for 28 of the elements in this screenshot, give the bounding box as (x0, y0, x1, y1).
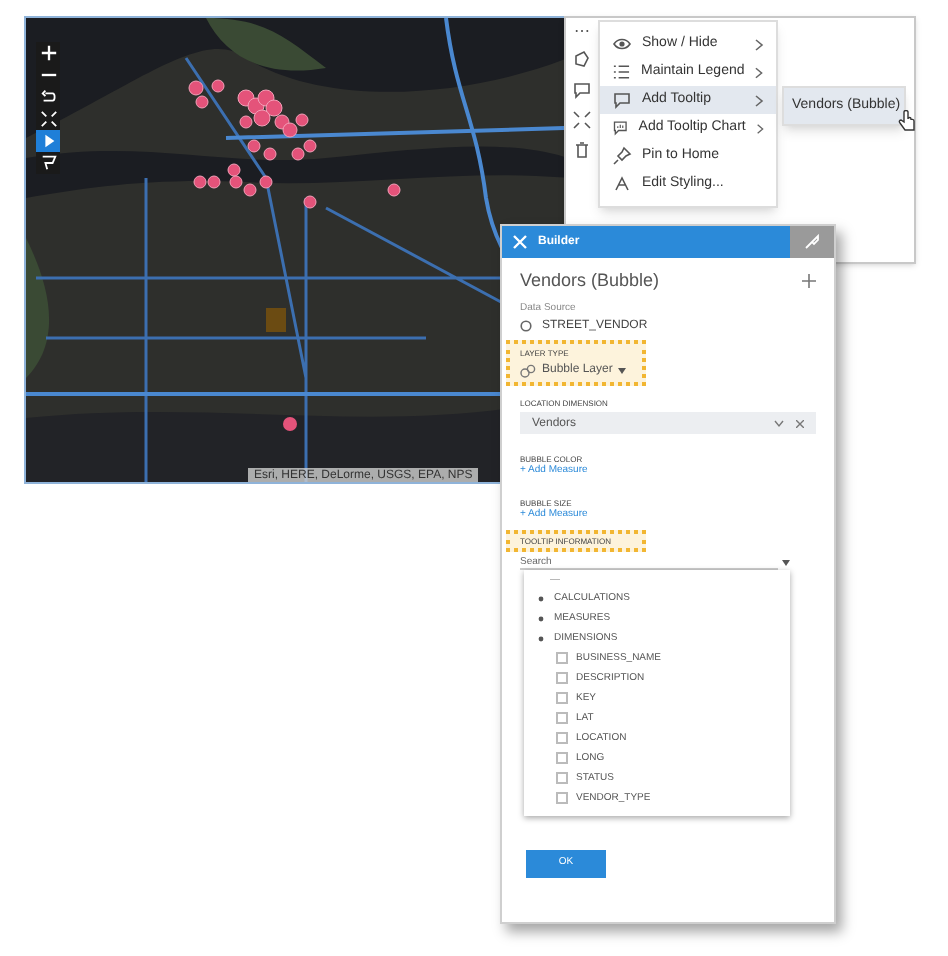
close-icon[interactable] (796, 419, 804, 427)
checkbox[interactable] (556, 672, 568, 684)
bullet-icon (538, 595, 544, 601)
bullet-icon (538, 635, 544, 641)
layer-name: Vendors (Bubble) (520, 270, 660, 292)
checkbox[interactable] (556, 692, 568, 704)
plus-icon[interactable] (802, 274, 816, 288)
map-bubble-icon (282, 416, 298, 432)
checkbox[interactable] (556, 712, 568, 724)
styling-tab[interactable] (790, 226, 834, 258)
fit-extent-icon[interactable] (572, 110, 592, 130)
bullet-icon (538, 615, 544, 621)
checkbox[interactable] (556, 732, 568, 744)
caret-down-icon (782, 559, 790, 565)
trash-icon[interactable] (572, 140, 592, 160)
pin-icon (612, 146, 632, 166)
more-button[interactable]: ⋯ (574, 24, 590, 40)
checkbox[interactable] (556, 772, 568, 784)
database-icon (520, 320, 532, 332)
list-icon (612, 62, 631, 82)
bubbles-icon (520, 363, 536, 377)
chart-bubble-icon (612, 118, 629, 138)
chevron-down-icon (774, 419, 784, 427)
checkbox[interactable] (556, 652, 568, 664)
caret-down-icon (618, 367, 627, 373)
checkbox[interactable] (556, 752, 568, 764)
checkbox[interactable] (556, 792, 568, 804)
eye-icon (612, 34, 632, 54)
